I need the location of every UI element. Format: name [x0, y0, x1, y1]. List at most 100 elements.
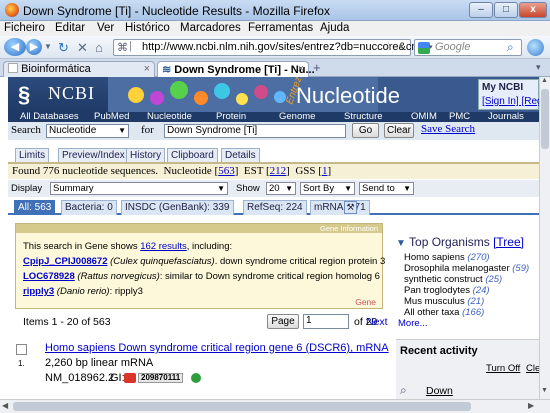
- ncbi-logo[interactable]: § NCBI: [8, 77, 108, 112]
- clear-button[interactable]: Clear: [384, 123, 414, 138]
- dbnav-pmc[interactable]: PMC: [449, 111, 470, 122]
- menu-editar[interactable]: Editar: [55, 22, 85, 34]
- gi-go-icon[interactable]: [191, 373, 201, 383]
- result-checkbox[interactable]: [16, 344, 27, 355]
- recent-item-link[interactable]: Down: [426, 385, 453, 397]
- dbnav-protein[interactable]: Protein: [216, 111, 246, 122]
- filter-settings-icon[interactable]: ⚒: [344, 201, 357, 214]
- bookmark-star-icon[interactable]: ☆: [384, 41, 393, 52]
- url-bar[interactable]: ⌘ | http://www.ncbi.nlm.nih.gov/sites/en…: [113, 39, 433, 56]
- gene-link[interactable]: ripply3: [23, 286, 54, 297]
- search-bar[interactable]: ▾ Google ⌕: [414, 39, 522, 56]
- gss-count-link[interactable]: 1: [322, 165, 328, 177]
- maximize-button[interactable]: □: [494, 2, 518, 18]
- organism-item[interactable]: All other taxa (166): [404, 307, 484, 318]
- dbnav-genome[interactable]: Genome: [279, 111, 315, 122]
- banner-dot: [150, 91, 164, 105]
- scroll-right-icon[interactable]: ▶: [528, 401, 534, 410]
- stop-icon[interactable]: ✕: [77, 40, 88, 56]
- menu-bar: Ficheiro Editar Ver Histórico Marcadores…: [0, 21, 550, 36]
- url-dropdown-icon[interactable]: ▾: [399, 42, 403, 51]
- organism-item[interactable]: Mus musculus (21): [404, 296, 484, 307]
- organism-name: Mus musculus: [404, 296, 465, 307]
- dbnav-pubmed[interactable]: PubMed: [94, 111, 129, 122]
- minimize-button[interactable]: –: [469, 2, 493, 18]
- tab-list-icon[interactable]: ▾: [536, 62, 541, 73]
- show-select[interactable]: 20 ▼: [266, 182, 296, 195]
- menu-ferramentas[interactable]: Ferramentas: [248, 22, 313, 34]
- result-title-link[interactable]: Homo sapiens Down syndrome critical regi…: [45, 342, 389, 354]
- menu-ficheiro[interactable]: Ficheiro: [4, 22, 45, 34]
- organism-item[interactable]: Drosophila melanogaster (59): [404, 263, 529, 274]
- forward-icon[interactable]: ▶: [26, 39, 42, 55]
- turn-off-link[interactable]: Turn Off: [486, 363, 520, 374]
- subtab-history[interactable]: History: [126, 148, 166, 162]
- history-dropdown-icon[interactable]: ▼: [44, 42, 52, 51]
- close-button[interactable]: x: [519, 2, 547, 18]
- sign-in-link[interactable]: [Sign In] [Regist: [482, 96, 539, 107]
- query-input[interactable]: Down Syndrome [Ti]: [164, 124, 346, 138]
- gene-results-link[interactable]: 162 results: [140, 241, 186, 252]
- scroll-up-icon[interactable]: ▲: [541, 77, 548, 84]
- dbnav-structure[interactable]: Structure: [344, 111, 383, 122]
- filter-tab-all[interactable]: All: 563: [14, 200, 56, 215]
- go-button[interactable]: Go: [352, 123, 379, 138]
- nucleotide-count-link[interactable]: 563: [218, 165, 235, 177]
- tree-link[interactable]: [Tree]: [493, 235, 524, 249]
- send-to-select[interactable]: Send to ▼: [359, 182, 414, 195]
- back-icon[interactable]: ◀: [4, 38, 26, 56]
- est-count-link[interactable]: 212: [270, 165, 287, 177]
- subtab-limits[interactable]: Limits: [15, 148, 50, 162]
- filter-tab-refseq[interactable]: RefSeq: 224: [243, 200, 307, 215]
- organism-item[interactable]: synthetic construct (25): [404, 274, 502, 285]
- menu-ajuda[interactable]: Ajuda: [320, 22, 349, 34]
- dbnav-omim[interactable]: OMIM: [411, 111, 437, 122]
- tab-down-syndrome[interactable]: ≋ Down Syndrome [Ti] - Nu... ×: [157, 61, 315, 77]
- dbnav-journals[interactable]: Journals: [488, 111, 524, 122]
- organism-item[interactable]: Pan troglodytes (24): [404, 285, 490, 296]
- sort-select[interactable]: Sort By ▼: [300, 182, 355, 195]
- save-search-link[interactable]: Save Search: [421, 123, 475, 135]
- next-link[interactable]: Next: [366, 316, 388, 328]
- scroll-left-icon[interactable]: ◀: [2, 401, 8, 410]
- tab-close-icon[interactable]: ×: [144, 63, 150, 75]
- dbnav-all-databases[interactable]: All Databases: [20, 111, 79, 122]
- subtab-preview-index[interactable]: Preview/Index: [58, 148, 129, 162]
- new-tab-icon[interactable]: +: [313, 60, 321, 75]
- scroll-down-icon[interactable]: ▼: [541, 387, 548, 394]
- result-meta: 2,260 bp linear mRNA: [45, 357, 154, 369]
- scroll-thumb[interactable]: [541, 89, 549, 149]
- home-icon[interactable]: ⌂: [95, 40, 103, 55]
- subtab-clipboard[interactable]: Clipboard: [167, 148, 218, 162]
- horizontal-scroll-thumb[interactable]: [13, 402, 471, 411]
- database-select[interactable]: Nucleotide ▼: [46, 124, 129, 138]
- clear-recent-link[interactable]: Clea: [526, 363, 539, 374]
- filter-tab-insdc[interactable]: INSDC (GenBank): 339: [121, 200, 234, 215]
- ncbi-tab-icon: ≋: [162, 64, 172, 76]
- gi-value[interactable]: 209870111: [138, 373, 184, 383]
- collapse-icon[interactable]: ▼: [396, 238, 406, 249]
- menu-ver[interactable]: Ver: [97, 22, 114, 34]
- tab-bioinformatica[interactable]: Bioinformática ×: [3, 61, 155, 77]
- addon-icon[interactable]: [527, 39, 544, 56]
- engine-dropdown-icon[interactable]: ▾: [429, 43, 433, 51]
- display-select[interactable]: Summary ▼: [50, 182, 228, 195]
- reload-icon[interactable]: ↻: [58, 40, 69, 56]
- page-button[interactable]: Page: [267, 314, 299, 329]
- menu-marcadores[interactable]: Marcadores: [180, 22, 241, 34]
- menu-historico[interactable]: Histórico: [125, 22, 170, 34]
- filter-tab-bacteria[interactable]: Bacteria: 0: [61, 200, 117, 215]
- vertical-scrollbar[interactable]: ▲ ▼: [539, 77, 550, 399]
- tab-close-icon[interactable]: ×: [298, 63, 304, 75]
- pager: Items 1 - 20 of 563 Page 1 of 29: [15, 314, 385, 330]
- page-input[interactable]: 1: [303, 314, 349, 329]
- subtab-details[interactable]: Details: [221, 148, 260, 162]
- search-icon[interactable]: ⌕: [507, 40, 514, 55]
- dbnav-nucleotide[interactable]: Nucleotide: [147, 111, 192, 122]
- horizontal-scrollbar[interactable]: ◀ ▶: [0, 399, 550, 413]
- gene-link[interactable]: LOC678928: [23, 271, 75, 282]
- filter-tab-mrna[interactable]: mRNA: 371: [310, 200, 370, 215]
- organism-item[interactable]: Homo sapiens (270): [404, 252, 490, 263]
- gene-link[interactable]: CpipJ_CPIJ008672: [23, 256, 108, 267]
- more-organisms-link[interactable]: More...: [398, 318, 428, 329]
